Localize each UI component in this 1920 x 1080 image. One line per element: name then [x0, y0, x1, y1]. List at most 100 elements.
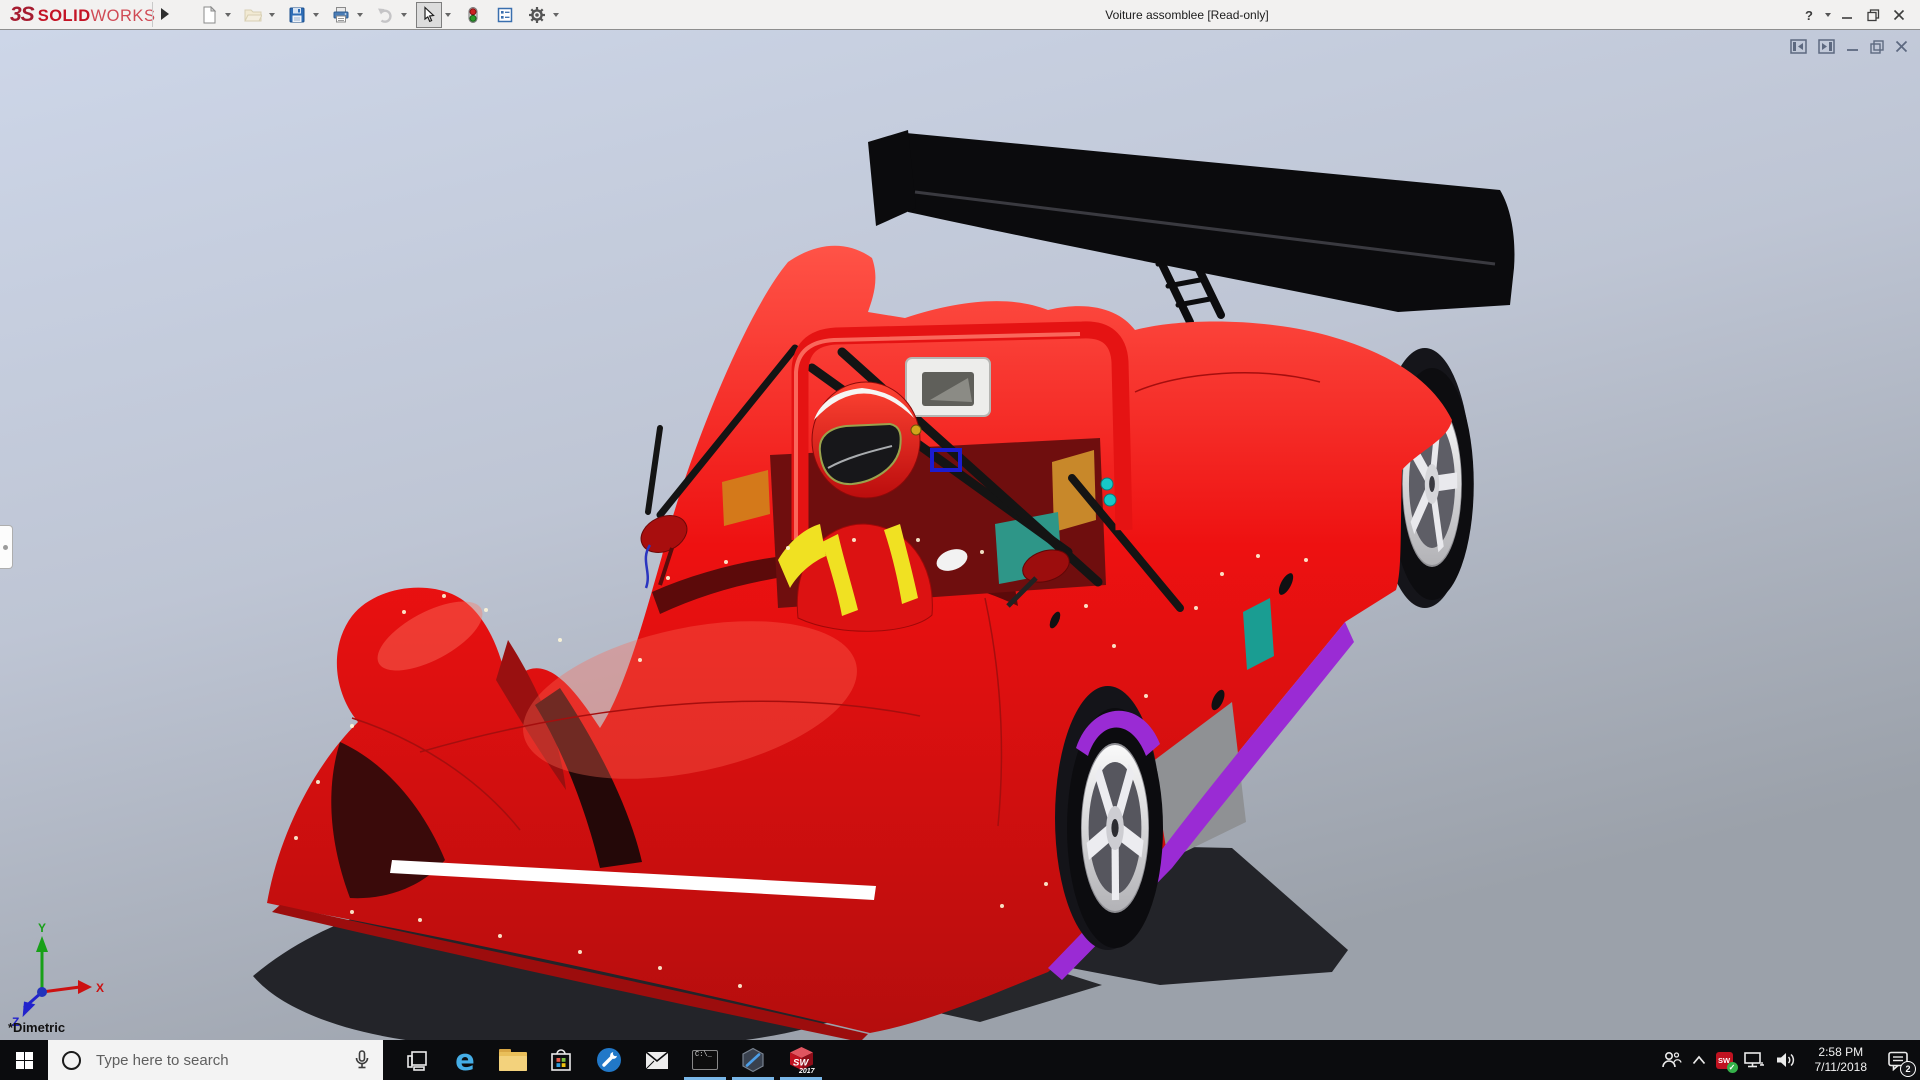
doc-minimize-icon: [1846, 40, 1859, 53]
mail-icon: [645, 1051, 669, 1070]
doc-close-button[interactable]: [1895, 40, 1908, 53]
taskbar-search-input[interactable]: Type here to search: [48, 1040, 383, 1080]
chevron-up-icon: [1692, 1055, 1706, 1065]
solidworks-app-icon: SW 2017: [788, 1046, 815, 1074]
notification-badge: 2: [1900, 1061, 1916, 1077]
file-explorer-icon: [499, 1049, 527, 1071]
print-button[interactable]: [328, 2, 354, 28]
sw-letters: SW: [793, 1058, 809, 1069]
collapse-left-pane-button[interactable]: [1790, 39, 1807, 54]
taskbar-apps: e: [393, 1040, 825, 1080]
print-icon: [332, 6, 350, 24]
solidworks-tray-icon: SW ✓: [1716, 1052, 1733, 1069]
new-document-button[interactable]: [196, 2, 222, 28]
taskbar-hexagon-app-button[interactable]: [729, 1040, 777, 1080]
graphics-viewport[interactable]: Y X Z: [0, 30, 1920, 1040]
collapsed-panel-tab[interactable]: [0, 525, 13, 569]
select-dropdown-caret[interactable]: [442, 2, 454, 28]
minimize-icon: [1841, 9, 1853, 21]
expand-right-pane-button[interactable]: [1818, 39, 1835, 54]
speaker-icon: [1775, 1051, 1797, 1069]
taskbar-file-explorer-button[interactable]: [489, 1040, 537, 1080]
task-view-icon: [405, 1048, 429, 1072]
options-button[interactable]: [524, 2, 550, 28]
network-button[interactable]: [1738, 1040, 1770, 1080]
close-icon: [1893, 9, 1905, 21]
restore-button[interactable]: [1860, 2, 1886, 28]
sw-year: 2017: [798, 1068, 815, 1074]
select-tool-button[interactable]: [416, 2, 442, 28]
file-properties-button[interactable]: [492, 2, 518, 28]
taskbar-mail-button[interactable]: [633, 1040, 681, 1080]
save-floppy-icon: [288, 6, 306, 24]
wrench-circle-icon: [596, 1047, 622, 1073]
save-button[interactable]: [284, 2, 310, 28]
clock-button[interactable]: 2:58 PM 7/11/2018: [1802, 1040, 1881, 1080]
main-toolbar: [196, 2, 562, 28]
open-dropdown-caret[interactable]: [266, 2, 278, 28]
help-button[interactable]: ?: [1796, 2, 1822, 28]
toolbar-flyout-arrow-icon[interactable]: [161, 8, 169, 20]
start-button[interactable]: [0, 1040, 48, 1080]
taskbar-store-button[interactable]: [537, 1040, 585, 1080]
doc-restore-icon: [1870, 40, 1884, 54]
people-icon: [1660, 1050, 1682, 1070]
window-controls: ?: [1796, 0, 1912, 30]
pane-right-icon: [1818, 39, 1835, 54]
undo-button[interactable]: [372, 2, 398, 28]
hexagon-app-icon: [740, 1047, 766, 1073]
select-cursor-icon: [420, 6, 438, 24]
3d-scene: Y X Z: [0, 30, 1920, 1040]
taskbar-settings-tool-button[interactable]: [585, 1040, 633, 1080]
brand-solid: SOLID: [38, 7, 91, 26]
taskbar-command-prompt-button[interactable]: C:\_: [681, 1040, 729, 1080]
options-dropdown-caret[interactable]: [550, 2, 562, 28]
rebuild-button[interactable]: [460, 2, 486, 28]
title-bar: 3S SOLID WORKS: [0, 0, 1920, 30]
windows-logo-icon: [16, 1052, 33, 1069]
brand-works: WORKS: [91, 7, 156, 26]
driver-helmet: [812, 382, 921, 498]
network-icon: [1743, 1051, 1765, 1070]
toolbar-separator: [152, 2, 153, 27]
doc-close-icon: [1895, 40, 1908, 53]
gear-icon: [528, 6, 546, 24]
doc-minimize-button[interactable]: [1846, 40, 1859, 53]
taskbar-solidworks-button[interactable]: SW 2017: [777, 1040, 825, 1080]
microphone-icon: [354, 1050, 370, 1070]
action-center-button[interactable]: 2: [1880, 1040, 1916, 1080]
task-view-button[interactable]: [393, 1040, 441, 1080]
tray-time: 2:58 PM: [1818, 1045, 1863, 1060]
window-title: Voiture assomblee [Read-only]: [1105, 8, 1268, 22]
minimize-button[interactable]: [1834, 2, 1860, 28]
system-tray: SW ✓ 2:58 PM 7/11/2018: [1655, 1040, 1917, 1080]
help-dropdown-caret[interactable]: [1822, 2, 1834, 28]
axis-y-label: Y: [38, 921, 46, 935]
people-button[interactable]: [1655, 1040, 1687, 1080]
document-window-controls: [1790, 39, 1908, 54]
solidworks-tray-button[interactable]: SW ✓: [1711, 1040, 1738, 1080]
volume-button[interactable]: [1770, 1040, 1802, 1080]
rear-view-mirror: [906, 358, 990, 416]
hidden-icons-chevron[interactable]: [1687, 1040, 1711, 1080]
pane-left-icon: [1790, 39, 1807, 54]
check-icon: ✓: [1727, 1062, 1738, 1073]
cortana-icon: [62, 1051, 81, 1070]
doc-restore-button[interactable]: [1870, 40, 1884, 54]
solidworks-logo: 3S SOLID WORKS: [10, 3, 155, 27]
new-dropdown-caret[interactable]: [222, 2, 234, 28]
restore-icon: [1867, 9, 1880, 22]
amber-panel: [1052, 450, 1096, 532]
axis-x-label: X: [96, 981, 104, 995]
undo-dropdown-caret[interactable]: [398, 2, 410, 28]
taskbar-edge-button[interactable]: e: [441, 1040, 489, 1080]
tray-date: 7/11/2018: [1815, 1060, 1868, 1075]
open-button[interactable]: [240, 2, 266, 28]
dassault-logo-mark: 3S: [10, 3, 34, 27]
save-dropdown-caret[interactable]: [310, 2, 322, 28]
new-document-icon: [200, 6, 218, 24]
close-button[interactable]: [1886, 2, 1912, 28]
print-dropdown-caret[interactable]: [354, 2, 366, 28]
edge-icon: e: [455, 1046, 475, 1075]
search-placeholder: Type here to search: [96, 1052, 354, 1069]
